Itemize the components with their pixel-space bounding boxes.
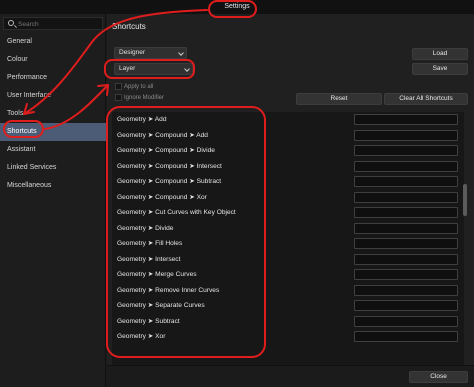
shortcut-key-field[interactable] [354, 300, 458, 311]
shortcut-key-field[interactable] [354, 284, 458, 296]
shortcut-key-field[interactable] [354, 191, 458, 203]
shortcut-key-field[interactable] [354, 160, 458, 172]
sidebar-item-performance[interactable]: Performance [0, 69, 106, 87]
sidebar: General Colour Performance User Interfac… [0, 14, 106, 387]
search-input[interactable] [18, 19, 102, 29]
app-select[interactable]: Designer [114, 47, 187, 59]
reset-button[interactable]: Reset [296, 93, 382, 105]
annotation-outline-list [106, 106, 266, 358]
chevron-down-icon [178, 50, 184, 56]
scrollbar-thumb[interactable] [463, 184, 467, 216]
sidebar-item-colour[interactable]: Colour [0, 51, 106, 69]
page-title: Shortcuts [112, 22, 146, 31]
clear-all-shortcuts-button[interactable]: Clear All Shortcuts [384, 93, 468, 105]
app-select-value: Designer [119, 49, 146, 56]
shortcut-key-field[interactable] [354, 207, 458, 218]
annotation-circle-layer [104, 59, 195, 79]
apply-to-all-label: Apply to all [124, 84, 154, 91]
shortcut-key-field[interactable] [354, 238, 458, 249]
shortcut-key-field[interactable] [354, 253, 458, 265]
sidebar-item-general[interactable]: General [0, 33, 106, 51]
apply-to-all-checkbox[interactable] [115, 83, 122, 90]
shortcut-key-field[interactable] [354, 145, 458, 156]
search-box[interactable] [3, 17, 103, 30]
settings-nav: General Colour Performance User Interfac… [0, 33, 106, 195]
save-button[interactable]: Save [412, 63, 468, 75]
search-icon [8, 20, 14, 26]
shortcut-key-field[interactable] [354, 222, 458, 234]
shortcut-key-field[interactable] [354, 269, 458, 280]
ignore-modifier-row[interactable]: Ignore Modifier [115, 94, 164, 104]
shortcut-key-field[interactable] [354, 176, 458, 187]
dialog-footer: Close [107, 365, 474, 387]
shortcut-key-field[interactable] [354, 331, 458, 342]
annotation-circle-shortcuts [3, 120, 44, 138]
shortcut-key-field[interactable] [354, 114, 458, 125]
ignore-modifier-checkbox[interactable] [115, 94, 122, 101]
sidebar-item-linked-services[interactable]: Linked Services [0, 159, 106, 177]
close-button[interactable]: Close [409, 371, 468, 383]
apply-to-all-row[interactable]: Apply to all [115, 83, 153, 93]
shortcut-key-field[interactable] [354, 129, 458, 141]
sidebar-item-miscellaneous[interactable]: Miscellaneous [0, 177, 106, 195]
sidebar-item-user-interface[interactable]: User Interface [0, 87, 106, 105]
list-scrollbar[interactable] [462, 112, 468, 370]
annotation-circle-title [208, 0, 257, 18]
load-button[interactable]: Load [412, 48, 468, 60]
shortcut-key-field[interactable] [354, 315, 458, 327]
sidebar-item-assistant[interactable]: Assistant [0, 141, 106, 159]
ignore-modifier-label: Ignore Modifier [124, 95, 165, 102]
